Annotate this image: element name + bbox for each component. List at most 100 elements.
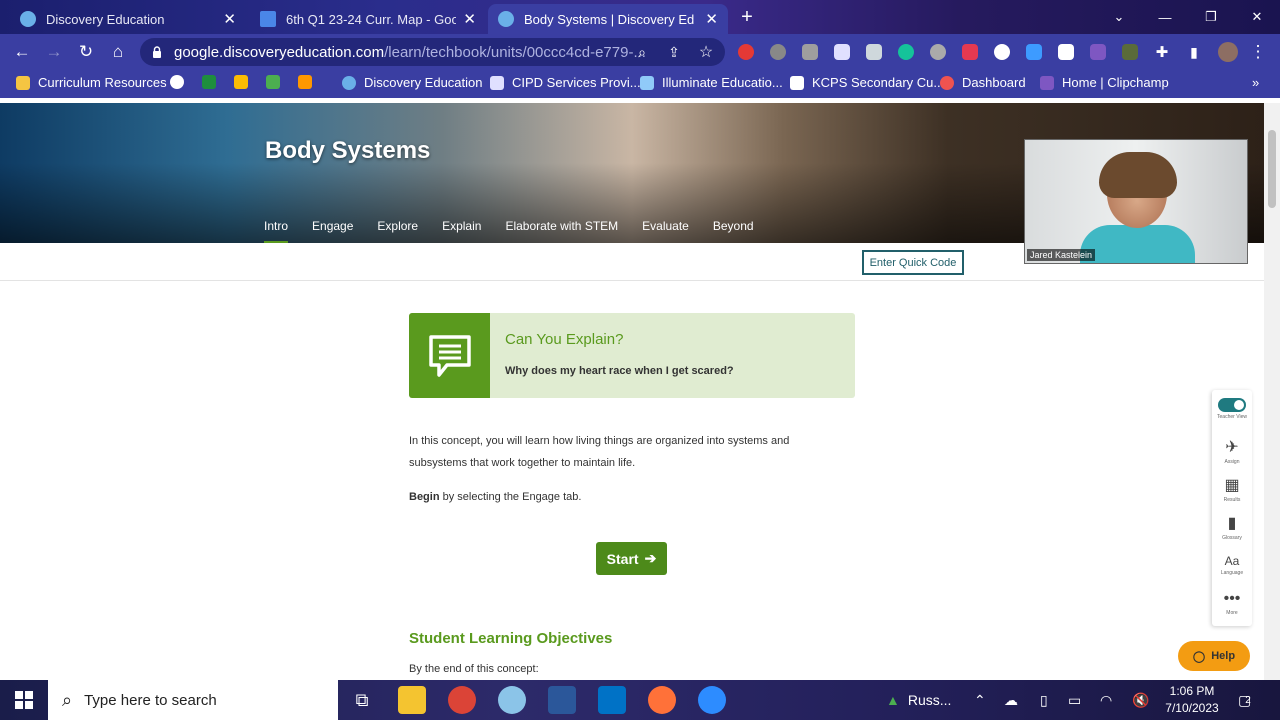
tab-beyond[interactable]: Beyond <box>713 219 754 233</box>
battery-icon[interactable]: ▭ <box>1068 680 1081 720</box>
home-icon[interactable]: ⌂ <box>106 40 130 64</box>
presenter-name: Jared Kastelein <box>1027 249 1096 261</box>
usb-icon[interactable]: ▯ <box>1040 680 1048 720</box>
bookmark-dashboard[interactable]: Dashboard <box>940 75 1026 90</box>
glossary-button[interactable]: ▮ Glossary <box>1212 508 1252 546</box>
extension-icon[interactable] <box>994 44 1010 60</box>
file-explorer-icon[interactable] <box>398 686 426 714</box>
bookmark-google[interactable] <box>170 75 192 89</box>
bookmark-star-icon[interactable]: ☆ <box>694 40 718 64</box>
menu-kebab-icon[interactable]: ⋮ <box>1246 40 1270 64</box>
tab-engage[interactable]: Engage <box>312 219 353 233</box>
bookmark-kcps[interactable]: KCPS Secondary Cu... <box>790 75 944 90</box>
extension-il-icon[interactable] <box>1058 44 1074 60</box>
taskbar-clock[interactable]: 1:06 PM 7/10/2023 <box>1160 683 1224 717</box>
restore-button[interactable]: ❐ <box>1188 0 1234 34</box>
scroll-thumb[interactable] <box>1268 130 1276 208</box>
tab-explore[interactable]: Explore <box>377 219 418 233</box>
stock-label: Russ... <box>907 692 952 708</box>
bookmark-classroom[interactable] <box>202 75 224 89</box>
teacher-view-toggle[interactable]: Teacher View <box>1212 390 1252 428</box>
extension-icon[interactable] <box>962 44 978 60</box>
extension-icon[interactable] <box>930 44 946 60</box>
new-tab-button[interactable]: + <box>732 0 762 34</box>
enter-quick-code-button[interactable]: Enter Quick Code <box>862 250 964 275</box>
taskbar-search-box[interactable]: ⌕ Type here to search <box>48 680 338 720</box>
share-icon[interactable]: ⇪ <box>662 40 686 64</box>
begin-paragraph: Begin by selecting the Engage tab. <box>409 486 839 508</box>
adblock-icon[interactable] <box>738 44 754 60</box>
tray-overflow-icon[interactable]: ⌃ <box>974 680 986 720</box>
close-icon[interactable]: ✕ <box>223 10 236 28</box>
assign-button[interactable]: ✈ Assign <box>1212 432 1252 470</box>
extension-icon[interactable] <box>866 44 882 60</box>
extensions-puzzle-icon[interactable]: ✚ <box>1150 40 1174 64</box>
extension-icon[interactable] <box>770 44 786 60</box>
extension-d-icon[interactable] <box>802 44 818 60</box>
stock-widget[interactable]: ▲ Russ... <box>886 680 951 720</box>
can-you-explain-card: Can You Explain? Why does my heart race … <box>409 313 855 398</box>
bookmark-slides[interactable] <box>298 75 320 89</box>
volume-mute-icon[interactable]: 🔇 <box>1132 680 1149 720</box>
zoom-icon[interactable] <box>698 686 726 714</box>
profile-avatar[interactable] <box>1218 42 1238 62</box>
tab-explain[interactable]: Explain <box>442 219 481 233</box>
bookmark-label: Discovery Education <box>364 75 483 90</box>
more-button[interactable]: ••• More <box>1212 584 1252 622</box>
tab-intro[interactable]: Intro <box>264 219 289 243</box>
zoom-icon[interactable]: ⌕ <box>630 40 654 64</box>
list-icon <box>490 75 504 90</box>
back-icon[interactable]: ← <box>10 40 34 64</box>
bookmark-drive[interactable] <box>234 75 256 89</box>
results-button[interactable]: ▦ Results <box>1212 470 1252 508</box>
tab-body-systems[interactable]: Body Systems | Discovery Educat ✕ <box>488 4 728 34</box>
tab-evaluate[interactable]: Evaluate <box>642 219 689 233</box>
extension-icon[interactable] <box>834 44 850 60</box>
tab-curriculum-map[interactable]: 6th Q1 23-24 Curr. Map - Googl ✕ <box>250 4 486 34</box>
bookmark-discovery-education[interactable]: Discovery Education <box>342 75 483 90</box>
notification-count: 2 <box>1245 694 1251 706</box>
word-icon[interactable] <box>548 686 576 714</box>
outlook-icon[interactable] <box>598 686 626 714</box>
grammarly-icon[interactable] <box>898 44 914 60</box>
tab-elaborate-with-stem[interactable]: Elaborate with STEM <box>505 219 618 233</box>
language-icon: Aa <box>1224 554 1240 568</box>
side-panel-icon[interactable]: ▮ <box>1182 40 1206 64</box>
start-button[interactable]: Start ➔ <box>596 542 667 575</box>
tab-discovery-education[interactable]: Discovery Education ✕ <box>10 4 246 34</box>
notifications-icon[interactable]: ▢ 2 <box>1238 680 1251 720</box>
help-button[interactable]: ◯ Help <box>1178 641 1250 671</box>
extension-icon[interactable] <box>1122 44 1138 60</box>
classroom-icon <box>202 75 216 89</box>
bookmark-label: Illuminate Educatio... <box>662 75 783 90</box>
bookmarks-overflow-icon[interactable]: » <box>1252 75 1259 90</box>
onedrive-icon[interactable]: ☁ <box>1004 680 1018 720</box>
side-label: Results <box>1223 497 1241 503</box>
reload-icon[interactable]: ↻ <box>74 40 98 64</box>
bookmark-cipd[interactable]: CIPD Services Provi... <box>490 75 641 90</box>
lock-icon <box>153 46 161 58</box>
bookmark-curriculum-resources[interactable]: Curriculum Resources <box>16 75 167 90</box>
windows-logo-icon <box>15 691 33 709</box>
close-icon[interactable]: ✕ <box>705 10 718 28</box>
language-button[interactable]: Aa Language <box>1212 546 1252 584</box>
forward-icon[interactable]: → <box>42 40 66 64</box>
task-view-icon[interactable]: ⧉ <box>348 686 376 714</box>
bookmark-clipchamp[interactable]: Home | Clipchamp <box>1040 75 1169 90</box>
extension-icon[interactable] <box>1090 44 1106 60</box>
illuminate-icon <box>640 75 654 90</box>
presenter-body <box>1080 225 1195 263</box>
close-window-button[interactable]: ✕ <box>1234 0 1280 34</box>
close-icon[interactable]: ✕ <box>463 10 476 28</box>
bookmark-c[interactable] <box>266 75 288 89</box>
tab-search-icon[interactable]: ⌄ <box>1096 0 1142 34</box>
minimize-button[interactable]: — <box>1142 0 1188 34</box>
windows-start-button[interactable] <box>0 680 48 720</box>
app-icon[interactable] <box>498 686 526 714</box>
firefox-icon[interactable] <box>648 686 676 714</box>
page-scrollbar[interactable] <box>1264 103 1280 680</box>
bookmark-illuminate[interactable]: Illuminate Educatio... <box>640 75 783 90</box>
wifi-icon[interactable]: ◠ <box>1100 680 1112 720</box>
chrome-icon[interactable] <box>448 686 476 714</box>
extension-icon[interactable] <box>1026 44 1042 60</box>
